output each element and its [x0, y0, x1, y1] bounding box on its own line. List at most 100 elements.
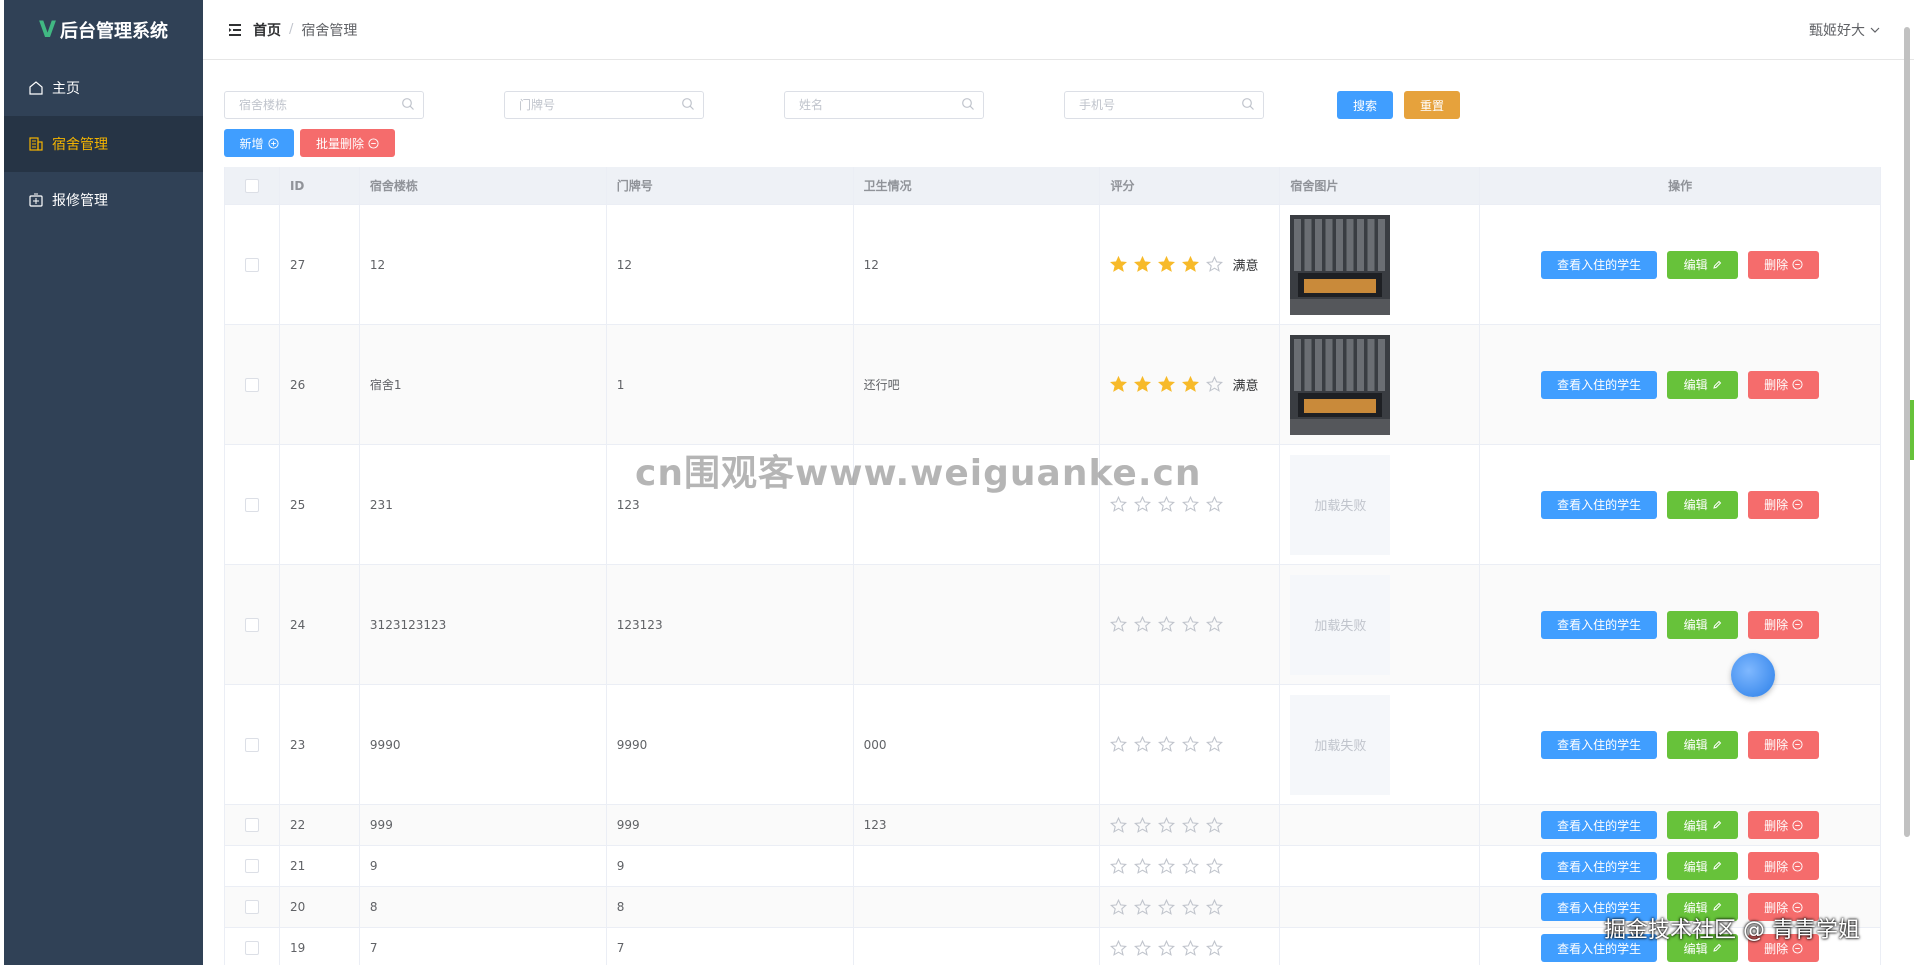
star-empty-icon[interactable] — [1206, 736, 1224, 753]
dorm-photo[interactable] — [1290, 214, 1391, 315]
edit-button[interactable]: 编辑 — [1667, 490, 1739, 519]
star-empty-icon[interactable] — [1206, 376, 1224, 393]
star-filled-icon[interactable] — [1182, 376, 1200, 393]
row-checkbox[interactable] — [244, 818, 259, 832]
star-empty-icon[interactable] — [1110, 496, 1128, 513]
sidebar-item-repair[interactable]: 报修管理 — [4, 172, 203, 228]
side-tab-handle[interactable] — [1910, 400, 1914, 460]
row-checkbox[interactable] — [244, 859, 259, 873]
search-button[interactable]: 搜索 — [1337, 91, 1393, 119]
star-empty-icon[interactable] — [1134, 898, 1152, 916]
delete-button[interactable]: 删除 — [1748, 730, 1820, 759]
edit-button[interactable]: 编辑 — [1667, 610, 1739, 639]
delete-button[interactable]: 删除 — [1748, 893, 1820, 921]
star-filled-icon[interactable] — [1134, 256, 1152, 273]
rating-stars[interactable] — [1110, 616, 1232, 633]
view-students-button[interactable]: 查看入住的学生 — [1541, 490, 1658, 519]
star-empty-icon[interactable] — [1134, 857, 1152, 875]
delete-button[interactable]: 删除 — [1748, 934, 1820, 962]
star-empty-icon[interactable] — [1158, 496, 1176, 513]
edit-button[interactable]: 编辑 — [1667, 250, 1739, 279]
star-empty-icon[interactable] — [1206, 816, 1224, 834]
view-students-button[interactable]: 查看入住的学生 — [1541, 370, 1658, 399]
edit-button[interactable]: 编辑 — [1667, 934, 1739, 962]
view-students-button[interactable]: 查看入住的学生 — [1541, 893, 1658, 921]
select-all-checkbox[interactable] — [244, 178, 259, 193]
rating-stars[interactable] — [1110, 736, 1232, 753]
star-empty-icon[interactable] — [1206, 256, 1224, 273]
star-filled-icon[interactable] — [1110, 256, 1128, 273]
view-students-button[interactable]: 查看入住的学生 — [1541, 730, 1658, 759]
sidebar-item-dorm[interactable]: 宿舍管理 — [4, 116, 203, 172]
star-empty-icon[interactable] — [1158, 898, 1176, 916]
star-empty-icon[interactable] — [1110, 898, 1128, 916]
star-empty-icon[interactable] — [1206, 496, 1224, 513]
user-dropdown[interactable]: 甄姬好大 — [1809, 20, 1880, 40]
star-filled-icon[interactable] — [1158, 376, 1176, 393]
fold-menu-icon[interactable] — [227, 22, 243, 38]
delete-button[interactable]: 删除 — [1748, 610, 1820, 639]
delete-button[interactable]: 删除 — [1748, 852, 1820, 880]
rating-stars[interactable]: 满意 — [1110, 375, 1258, 394]
edit-button[interactable]: 编辑 — [1667, 730, 1739, 759]
row-checkbox[interactable] — [244, 377, 259, 392]
name-search-input[interactable] — [784, 91, 984, 119]
row-checkbox[interactable] — [244, 941, 259, 955]
star-empty-icon[interactable] — [1182, 857, 1200, 875]
rating-stars[interactable] — [1110, 496, 1232, 513]
delete-button[interactable]: 删除 — [1748, 490, 1820, 519]
star-filled-icon[interactable] — [1158, 256, 1176, 273]
edit-button[interactable]: 编辑 — [1667, 893, 1739, 921]
star-empty-icon[interactable] — [1134, 736, 1152, 753]
batch-delete-button[interactable]: 批量删除 — [300, 129, 395, 157]
view-students-button[interactable]: 查看入住的学生 — [1541, 852, 1658, 880]
edit-button[interactable]: 编辑 — [1667, 370, 1739, 399]
star-empty-icon[interactable] — [1110, 857, 1128, 875]
dorm-photo[interactable] — [1290, 334, 1391, 435]
building-search-input[interactable] — [224, 91, 424, 119]
row-checkbox[interactable] — [244, 737, 259, 752]
view-students-button[interactable]: 查看入住的学生 — [1541, 610, 1658, 639]
star-empty-icon[interactable] — [1182, 939, 1200, 957]
sidebar-item-home[interactable]: 主页 — [4, 60, 203, 116]
delete-button[interactable]: 删除 — [1748, 811, 1820, 839]
delete-button[interactable]: 删除 — [1748, 370, 1820, 399]
star-empty-icon[interactable] — [1134, 939, 1152, 957]
delete-button[interactable]: 删除 — [1748, 250, 1820, 279]
view-students-button[interactable]: 查看入住的学生 — [1541, 250, 1658, 279]
star-empty-icon[interactable] — [1110, 816, 1128, 834]
star-empty-icon[interactable] — [1182, 616, 1200, 633]
star-empty-icon[interactable] — [1158, 816, 1176, 834]
row-checkbox[interactable] — [244, 257, 259, 272]
star-filled-icon[interactable] — [1110, 376, 1128, 393]
star-empty-icon[interactable] — [1182, 816, 1200, 834]
star-empty-icon[interactable] — [1158, 939, 1176, 957]
view-students-button[interactable]: 查看入住的学生 — [1541, 811, 1658, 839]
reset-button[interactable]: 重置 — [1404, 91, 1460, 119]
star-empty-icon[interactable] — [1182, 736, 1200, 753]
star-empty-icon[interactable] — [1158, 616, 1176, 633]
view-students-button[interactable]: 查看入住的学生 — [1541, 934, 1658, 962]
floating-assistant-button[interactable] — [1731, 653, 1775, 697]
star-empty-icon[interactable] — [1158, 857, 1176, 875]
star-empty-icon[interactable] — [1134, 616, 1152, 633]
phone-search-input[interactable] — [1064, 91, 1264, 119]
row-checkbox[interactable] — [244, 900, 259, 914]
row-checkbox[interactable] — [244, 497, 259, 512]
star-empty-icon[interactable] — [1134, 496, 1152, 513]
edit-button[interactable]: 编辑 — [1667, 811, 1739, 839]
rating-stars[interactable] — [1110, 816, 1232, 834]
star-empty-icon[interactable] — [1182, 898, 1200, 916]
rating-stars[interactable] — [1110, 857, 1232, 875]
star-filled-icon[interactable] — [1134, 376, 1152, 393]
star-filled-icon[interactable] — [1182, 256, 1200, 273]
star-empty-icon[interactable] — [1182, 496, 1200, 513]
star-empty-icon[interactable] — [1206, 939, 1224, 957]
star-empty-icon[interactable] — [1110, 736, 1128, 753]
door-search-input[interactable] — [504, 91, 704, 119]
star-empty-icon[interactable] — [1134, 816, 1152, 834]
rating-stars[interactable] — [1110, 939, 1232, 957]
rating-stars[interactable] — [1110, 898, 1232, 916]
star-empty-icon[interactable] — [1110, 939, 1128, 957]
star-empty-icon[interactable] — [1206, 616, 1224, 633]
